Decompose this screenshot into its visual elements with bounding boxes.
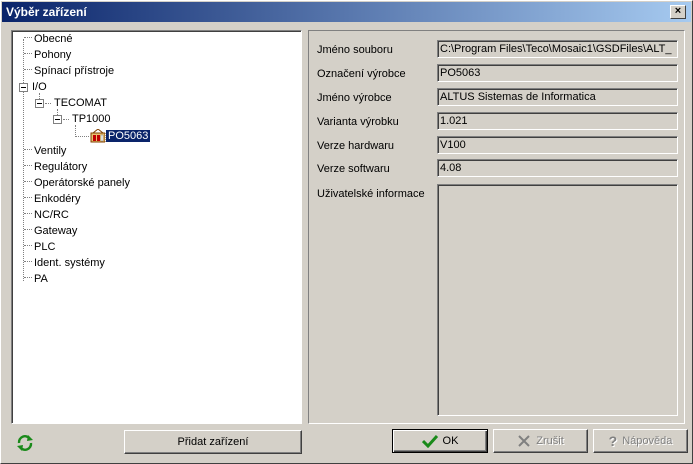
file-name-label: Jméno souboru: [317, 44, 393, 56]
manufacturer-code-label: Označení výrobce: [317, 68, 406, 80]
question-mark-icon: ?: [608, 433, 618, 449]
hardware-version-label: Verze hardwaru: [317, 140, 395, 152]
user-info-label: Uživatelské informace: [317, 188, 425, 200]
tree-item-regulatory[interactable]: Regulátory: [24, 159, 89, 175]
tree-guide-line: [63, 119, 69, 120]
device-module-icon: [90, 129, 106, 143]
ok-button[interactable]: OK: [392, 429, 488, 453]
tree-item-tp1000[interactable]: TP1000: [70, 111, 113, 127]
tree-item-gateway[interactable]: Gateway: [24, 223, 79, 239]
tree-guide-line: [75, 136, 89, 137]
hardware-version-field: V100: [437, 136, 678, 154]
product-variant-label: Varianta výrobku: [317, 116, 399, 128]
tree-item-plc[interactable]: PLC: [24, 239, 57, 255]
software-version-field: 4.08: [437, 159, 678, 177]
tree-item-ident-systemy[interactable]: Ident. systémy: [24, 255, 107, 271]
tree-guide-line: [45, 103, 51, 104]
tree-item-enkodery[interactable]: Enkodéry: [24, 191, 82, 207]
tree-collapse-toggle[interactable]: [19, 83, 28, 92]
tree-item-operatorske-panely[interactable]: Operátorské panely: [24, 175, 132, 191]
product-variant-field: 1.021: [437, 112, 678, 130]
device-selection-dialog: Výběr zařízení × Obecné Pohony Spínací p…: [0, 0, 693, 464]
tree-item-po5063[interactable]: PO5063: [104, 128, 152, 144]
device-details-panel: Jméno souboru C:\Program Files\Teco\Mosa…: [308, 30, 685, 424]
manufacturer-name-label: Jméno výrobce: [317, 92, 392, 104]
device-tree[interactable]: Obecné Pohony Spínací přístroje I/O TECO…: [11, 30, 302, 424]
user-info-field: [437, 184, 678, 416]
help-button[interactable]: ? Nápověda: [593, 429, 688, 453]
tree-item-nc-rc[interactable]: NC/RC: [24, 207, 71, 223]
file-name-field: C:\Program Files\Teco\Mosaic1\GSDFiles\A…: [437, 40, 678, 58]
cross-icon: [518, 435, 530, 447]
title-bar[interactable]: Výběr zařízení ×: [2, 2, 691, 22]
tree-item-io[interactable]: I/O: [30, 79, 49, 95]
manufacturer-code-field: PO5063: [437, 64, 678, 82]
manufacturer-name-field: ALTUS Sistemas de Informatica: [437, 88, 678, 106]
tree-item-pa[interactable]: PA: [24, 271, 50, 287]
close-button[interactable]: ×: [670, 5, 686, 19]
checkmark-icon: [421, 434, 438, 448]
tree-item-tecomat[interactable]: TECOMAT: [52, 95, 109, 111]
add-device-button[interactable]: Přidat zařízení: [124, 430, 302, 454]
tree-item-pohony[interactable]: Pohony: [24, 47, 73, 63]
tree-item-ventily[interactable]: Ventily: [24, 143, 68, 159]
tree-item-spinaci-pristroje[interactable]: Spínací přístroje: [24, 63, 116, 79]
tree-item-obecne[interactable]: Obecné: [24, 31, 75, 47]
software-version-label: Verze softwaru: [317, 163, 390, 175]
refresh-icon[interactable]: [16, 434, 34, 452]
tree-collapse-toggle[interactable]: [53, 115, 62, 124]
tree-collapse-toggle[interactable]: [35, 99, 44, 108]
cancel-button[interactable]: Zrušit: [493, 429, 588, 453]
window-title: Výběr zařízení: [6, 5, 87, 19]
